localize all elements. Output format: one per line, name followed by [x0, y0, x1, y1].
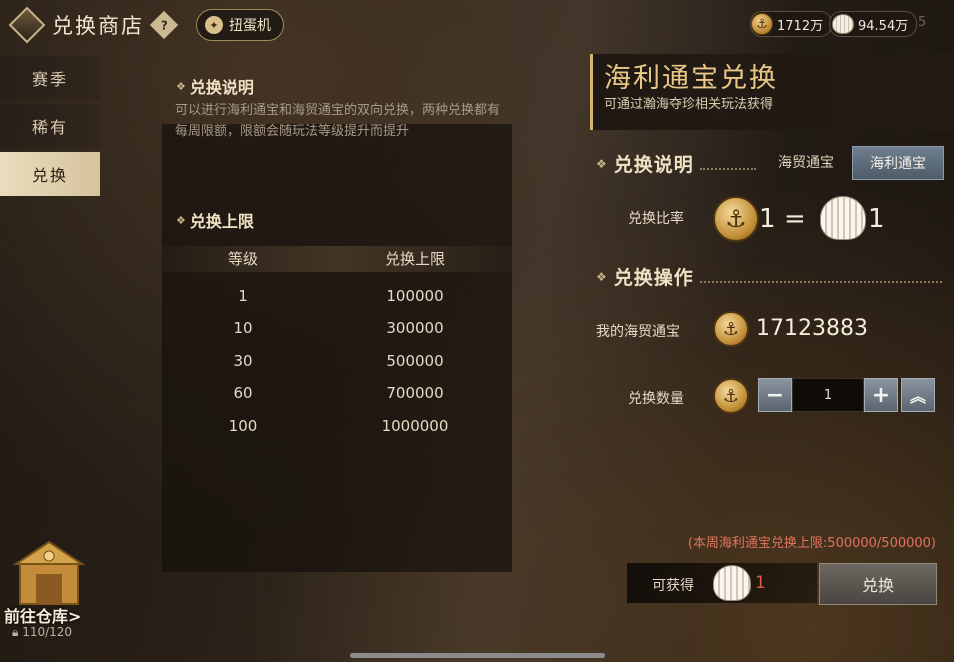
quantity-label: 兑换数量 [628, 391, 684, 407]
table-cell-level: 1 [238, 287, 248, 305]
explain-heading: ❖ 兑换说明 [176, 78, 254, 97]
gacha-button[interactable]: ✦ 扭蛋机 [196, 9, 284, 41]
operation-heading: ❖ 兑换操作 [596, 263, 942, 290]
shell-balance-badge: 94.54万 [829, 11, 918, 37]
dotted-divider [699, 158, 756, 170]
explain-text: 可以进行海利通宝和海贸通宝的双向兑换，两种兑换都有每周限额，限额会随玩法等级提升… [175, 103, 501, 139]
column-header-level: 等级 [227, 250, 258, 268]
table-header: 等级 兑换上限 [162, 246, 512, 272]
double-chevron-up-icon: ︽ [909, 387, 926, 406]
rate-left: 1 [759, 204, 776, 234]
shell-balance: 94.54万 [858, 18, 909, 34]
tab-exchange[interactable]: 兑换 [0, 152, 100, 196]
warehouse-capacity: 🔒︎ 110/120 [12, 625, 73, 639]
plus-icon: + [871, 382, 891, 408]
toggle-maomao-coin[interactable]: 海贸通宝 [764, 146, 848, 178]
minus-icon: − [765, 382, 785, 408]
column-header-limit: 兑换上限 [384, 250, 445, 268]
shell-icon [832, 14, 854, 34]
decrement-button[interactable]: − [758, 378, 792, 412]
help-icon[interactable]: ? [149, 10, 179, 40]
exchange-button[interactable]: 兑换 [819, 563, 937, 605]
coin-balance: 1712万 [777, 18, 824, 34]
gacha-label: 扭蛋机 [229, 18, 271, 34]
shell-icon [713, 565, 751, 601]
limit-heading: ❖ 兑换上限 [176, 212, 254, 231]
weekly-limit-text: (本周海利通宝兑换上限:500000/500000) [687, 536, 936, 551]
shell-icon [820, 196, 866, 240]
dotted-divider [699, 271, 942, 283]
table-cell-limit: 500000 [386, 352, 444, 370]
page-title: 兑换商店 [52, 14, 144, 38]
anchor-coin-icon: ⚓ [713, 311, 749, 347]
obtain-amount: 1 [755, 573, 766, 593]
exchange-explain-heading: ❖ 兑换说明 [596, 150, 756, 177]
max-button[interactable]: ︽ [901, 378, 935, 412]
table-cell-limit: 700000 [386, 384, 444, 402]
table-cell-level: 10 [233, 319, 253, 337]
info-panel [162, 124, 512, 572]
diamond-bullet-icon: ❖ [596, 269, 608, 284]
table-cell-limit: 100000 [386, 287, 444, 305]
anchor-coin-icon: ⚓ [713, 196, 759, 242]
lock-icon: 🔒︎ [12, 625, 19, 639]
diamond-bullet-icon: ❖ [596, 156, 608, 171]
edge-digit: 5 [918, 15, 927, 30]
exchange-subtitle: 可通过瀚海夺珍相关玩法获得 [604, 97, 774, 112]
table-cell-limit: 300000 [386, 319, 444, 337]
obtain-bar: 可获得 1 [627, 563, 817, 603]
table-cell-level: 100 [228, 417, 258, 435]
shop-header: 兑换商店 ? [8, 6, 179, 44]
back-icon[interactable] [8, 6, 46, 44]
rate-equals: = [784, 204, 806, 234]
gacha-machine-icon: ✦ [205, 16, 223, 34]
my-balance-value: 17123883 [756, 316, 868, 341]
anchor-coin-icon: ⚓ [713, 378, 749, 414]
table-cell-level: 30 [233, 352, 253, 370]
diamond-bullet-icon: ❖ [176, 213, 186, 227]
quantity-input[interactable]: 1 [792, 378, 864, 412]
exchange-title: 海利通宝兑换 [604, 63, 778, 94]
warehouse-icon[interactable] [8, 540, 90, 610]
my-balance-label: 我的海贸通宝 [596, 324, 680, 340]
toggle-haili-coin[interactable]: 海利通宝 [852, 146, 944, 180]
anchor-coin-icon: ⚓ [751, 13, 773, 35]
warehouse-link[interactable]: 前往仓库> [4, 603, 81, 627]
tab-season[interactable]: 赛季 [0, 56, 100, 100]
table-cell-limit: 1000000 [381, 417, 449, 435]
home-indicator[interactable] [350, 653, 605, 658]
diamond-bullet-icon: ❖ [176, 79, 186, 93]
rate-label: 兑换比率 [628, 211, 684, 227]
rate-right: 1 [868, 204, 885, 234]
coin-balance-badge: ⚓ 1712万 [750, 11, 833, 37]
increment-button[interactable]: + [864, 378, 898, 412]
chevron-right-icon: > [68, 607, 82, 626]
obtain-label: 可获得 [652, 578, 694, 594]
tab-rare[interactable]: 稀有 [0, 104, 100, 148]
table-cell-level: 60 [233, 384, 253, 402]
